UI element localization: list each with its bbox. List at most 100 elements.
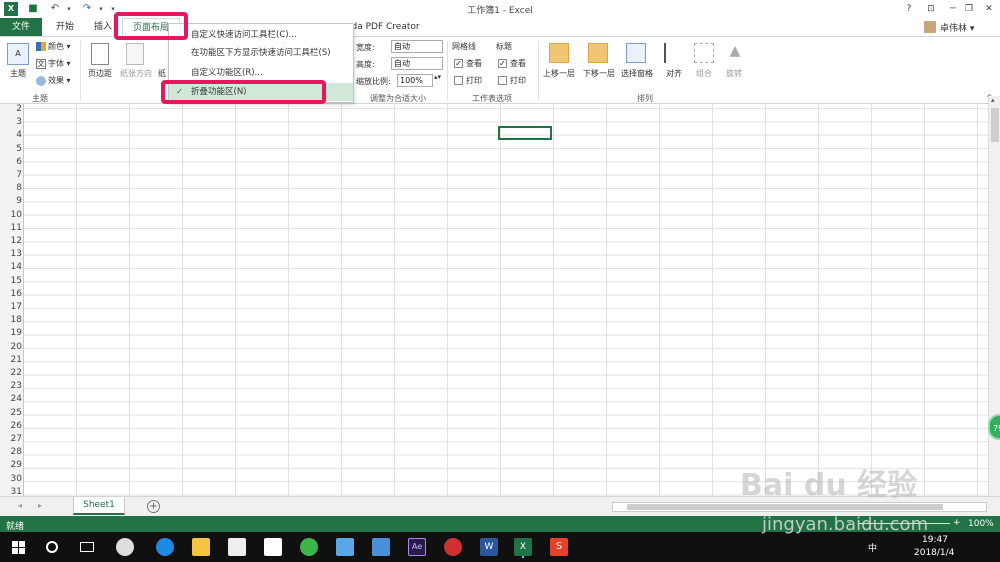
row-number[interactable]: 30 — [0, 474, 22, 484]
scroll-thumb[interactable] — [991, 108, 999, 142]
themes-icon[interactable]: A — [7, 43, 29, 65]
height-dropdown[interactable]: 自动 — [391, 57, 443, 70]
row-number[interactable]: 9 — [0, 196, 22, 206]
row-number[interactable]: 26 — [0, 421, 22, 431]
row-number[interactable]: 6 — [0, 157, 22, 167]
clock-time[interactable]: 19:47 — [922, 535, 948, 545]
row-number[interactable]: 25 — [0, 408, 22, 418]
selection-pane-button[interactable]: 选择窗格 — [618, 68, 656, 79]
row-number[interactable]: 14 — [0, 262, 22, 272]
colors-button[interactable]: 颜色 ▾ — [48, 41, 71, 52]
gridlines-view-checkbox[interactable]: ✓ — [454, 59, 463, 68]
row-number[interactable]: 12 — [0, 236, 22, 246]
row-number[interactable]: 29 — [0, 460, 22, 470]
store-icon[interactable] — [228, 538, 246, 556]
send-backward-icon[interactable] — [588, 43, 608, 63]
menu-item-show-qat-below[interactable]: 在功能区下方显示快速访问工具栏(S) — [169, 44, 353, 62]
group-icon[interactable] — [694, 43, 714, 63]
effects-button[interactable]: 效果 ▾ — [48, 75, 71, 86]
headings-print-checkbox[interactable] — [498, 76, 507, 85]
sheet-tab-sheet1[interactable]: Sheet1 — [73, 497, 125, 515]
row-number[interactable]: 24 — [0, 394, 22, 404]
sogou-icon[interactable]: S — [550, 538, 568, 556]
windows-start-icon[interactable] — [12, 541, 25, 554]
align-icon[interactable] — [664, 43, 684, 63]
browser-360-icon[interactable] — [300, 538, 318, 556]
word-icon[interactable]: W — [480, 538, 498, 556]
size-button[interactable]: 纸 — [156, 68, 168, 79]
themes-button[interactable]: 主题 — [4, 68, 32, 79]
active-cell[interactable] — [498, 126, 552, 140]
row-number[interactable]: 27 — [0, 434, 22, 444]
bring-forward-icon[interactable] — [549, 43, 569, 63]
row-number[interactable]: 5 — [0, 144, 22, 154]
worksheet-grid[interactable] — [24, 104, 988, 496]
zoom-spinner[interactable]: 100% — [397, 74, 433, 87]
row-number[interactable]: 20 — [0, 342, 22, 352]
close-button[interactable]: ✕ — [978, 0, 1000, 18]
row-number[interactable]: 28 — [0, 447, 22, 457]
ribbon-display-button[interactable]: ⊡ — [920, 0, 942, 18]
menu-item-customize-qat[interactable]: 自定义快速访问工具栏(C)... — [169, 26, 353, 44]
after-effects-icon[interactable]: Ae — [408, 538, 426, 556]
add-sheet-button[interactable]: + — [147, 500, 160, 513]
netease-music-icon[interactable] — [444, 538, 462, 556]
clock-date[interactable]: 2018/1/4 — [914, 548, 954, 558]
send-backward-button[interactable]: 下移一层 — [580, 68, 618, 79]
rotate-icon[interactable]: ▲ — [725, 43, 745, 63]
margins-icon[interactable] — [91, 43, 109, 65]
remote-desktop-icon[interactable] — [372, 538, 390, 556]
headings-view-checkbox[interactable]: ✓ — [498, 59, 507, 68]
edge-icon[interactable] — [156, 538, 174, 556]
row-number[interactable]: 15 — [0, 276, 22, 286]
width-dropdown[interactable]: 自动 — [391, 40, 443, 53]
row-number[interactable]: 4 — [0, 130, 22, 140]
help-button[interactable]: ? — [898, 0, 920, 18]
mail-icon[interactable] — [264, 538, 282, 556]
task-view-icon[interactable] — [80, 542, 94, 552]
cortana-icon[interactable] — [46, 541, 58, 553]
excel-taskbar-icon[interactable]: X — [514, 538, 532, 556]
row-number[interactable]: 18 — [0, 315, 22, 325]
orientation-button[interactable]: 纸张方向 — [116, 68, 156, 79]
laptop-app-icon[interactable] — [336, 538, 354, 556]
gridlines-print-checkbox[interactable] — [454, 76, 463, 85]
orientation-icon[interactable] — [126, 43, 144, 65]
row-number[interactable]: 10 — [0, 210, 22, 220]
tab-file[interactable]: 文件 — [0, 18, 42, 36]
scroll-up-icon[interactable]: ▴ — [991, 96, 995, 104]
user-name[interactable]: 卓伟林 ▾ — [940, 21, 974, 34]
row-number[interactable]: 13 — [0, 249, 22, 259]
hscroll-thumb[interactable] — [627, 504, 943, 510]
sheet-nav-next-icon[interactable]: ▸ — [38, 501, 42, 510]
row-number[interactable]: 16 — [0, 289, 22, 299]
file-explorer-icon[interactable] — [192, 538, 210, 556]
row-number[interactable]: 21 — [0, 355, 22, 365]
selection-pane-icon[interactable] — [626, 43, 646, 63]
row-number[interactable]: 22 — [0, 368, 22, 378]
fonts-button[interactable]: 字体 ▾ — [48, 58, 71, 69]
row-number[interactable]: 3 — [0, 117, 22, 127]
restore-button[interactable]: ❐ — [958, 0, 980, 18]
row-number[interactable]: 8 — [0, 183, 22, 193]
align-button[interactable]: 对齐 — [660, 68, 688, 79]
row-number[interactable]: 17 — [0, 302, 22, 312]
ime-indicator[interactable]: 中 — [868, 541, 877, 554]
margins-button[interactable]: 页边距 — [84, 68, 116, 79]
zoom-in-button[interactable]: + — [953, 518, 961, 528]
pinwheel-app-icon[interactable] — [116, 538, 134, 556]
row-number[interactable]: 2 — [0, 104, 22, 114]
row-number[interactable]: 11 — [0, 223, 22, 233]
zoom-spin-icon[interactable]: ▴▾ — [434, 73, 441, 81]
tab-home[interactable]: 开始 — [50, 18, 80, 36]
bring-forward-button[interactable]: 上移一层 — [540, 68, 578, 79]
rotate-button[interactable]: 旋转 — [720, 68, 748, 79]
row-number[interactable]: 19 — [0, 328, 22, 338]
zoom-badge[interactable]: 79 — [988, 414, 1000, 440]
sheet-nav-prev-icon[interactable]: ◂ — [18, 501, 22, 510]
tab-pdf-creator[interactable]: oda PDF Creator — [346, 18, 426, 36]
group-button[interactable]: 组合 — [690, 68, 718, 79]
row-number[interactable]: 23 — [0, 381, 22, 391]
zoom-level[interactable]: 100% — [968, 519, 994, 529]
row-number[interactable]: 7 — [0, 170, 22, 180]
